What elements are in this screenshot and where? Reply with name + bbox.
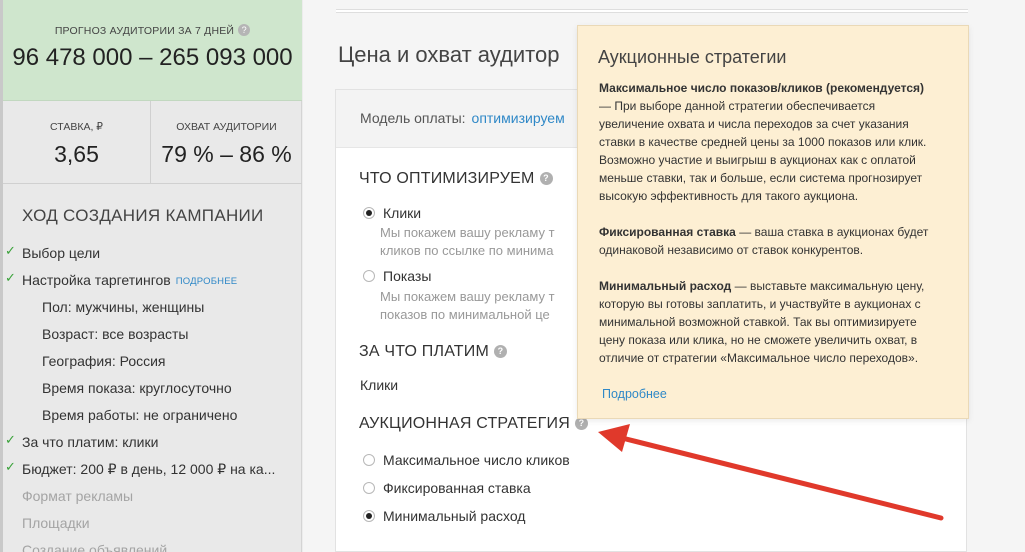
radio-icon[interactable] — [363, 270, 375, 282]
tooltip-paragraph-min: Минимальный расход — выставьте максималь… — [599, 279, 925, 365]
pay-for-value: Клики — [360, 377, 399, 393]
tooltip-body: Максимальное число показов/кликов (реком… — [599, 79, 959, 385]
radio-icon[interactable] — [363, 454, 375, 466]
reach-stat: ОХВАТ АУДИТОРИИ 79 % – 86 % — [151, 101, 302, 184]
step-run-time: Время работы: не ограничено — [42, 407, 238, 423]
step-pay-for[interactable]: ✓ За что платим: клики — [5, 432, 300, 459]
bid-label: СТАВКА, ₽ — [50, 121, 103, 133]
forecast-title: ПРОГНОЗ АУДИТОРИИ ЗА 7 ДНЕЙ? — [3, 24, 302, 37]
step-age: Возраст: все возрасты — [42, 326, 189, 342]
step-geo: География: Россия — [42, 353, 166, 369]
radio-clicks[interactable]: Клики — [363, 205, 421, 221]
step-create-ads[interactable]: Создание объявлений — [5, 540, 300, 552]
forecast-value: 96 478 000 – 265 093 000 — [12, 44, 293, 71]
auction-strategy-title: АУКЦИОННАЯ СТРАТЕГИЯ? — [359, 415, 588, 433]
radio-icon[interactable] — [363, 482, 375, 494]
radio-icon[interactable] — [363, 207, 375, 219]
bid-value: 3,65 — [54, 141, 99, 167]
campaign-sidebar: ПРОГНОЗ АУДИТОРИИ ЗА 7 ДНЕЙ? 96 478 000 … — [0, 0, 302, 552]
help-icon[interactable]: ? — [494, 345, 508, 358]
tooltip-paragraph-max: Максимальное число показов/кликов (реком… — [599, 81, 927, 203]
radio-icon[interactable] — [363, 510, 375, 522]
clicks-description: Мы покажем вашу рекламу т кликов по ссылк… — [380, 225, 555, 258]
step-targeting[interactable]: ✓ Настройка таргетингов ПОДРОБНЕЕ — [5, 270, 300, 297]
bid-stat: СТАВКА, ₽ 3,65 — [3, 101, 151, 184]
check-icon: ✓ — [5, 432, 16, 447]
step-ad-format[interactable]: Формат рекламы — [5, 486, 300, 513]
stats-panel: СТАВКА, ₽ 3,65 ОХВАТ АУДИТОРИИ 79 % – 86… — [3, 101, 302, 184]
pay-for-title: ЗА ЧТО ПЛАТИМ? — [359, 343, 508, 361]
audience-forecast-panel: ПРОГНОЗ АУДИТОРИИ ЗА 7 ДНЕЙ? 96 478 000 … — [3, 0, 302, 101]
tooltip-title: Аукционные стратегии — [598, 47, 787, 67]
help-icon[interactable]: ? — [539, 172, 553, 185]
tooltip-paragraph-fixed: Фиксированная ставка — ваша ставка в аук… — [599, 225, 929, 257]
reach-label: ОХВАТ АУДИТОРИИ — [176, 121, 277, 133]
shows-description: Мы покажем вашу рекламу т показов по мини… — [380, 289, 555, 322]
step-budget[interactable]: ✓ Бюджет: 200 ₽ в день, 12 000 ₽ на ка... — [5, 459, 300, 486]
reach-value: 79 % – 86 % — [161, 141, 292, 167]
step-placements[interactable]: Площадки — [5, 513, 300, 540]
check-icon: ✓ — [5, 459, 16, 474]
previous-section-edge — [336, 9, 968, 13]
tooltip-more-link[interactable]: Подробнее — [602, 387, 667, 401]
auction-strategies-tooltip: Аукционные стратегии Максимальное число … — [577, 25, 969, 419]
step-show-time: Время показа: круглосуточно — [42, 380, 232, 396]
progress-steps: ✓ Выбор цели ✓ Настройка таргетингов ПОДРОБ… — [5, 243, 300, 552]
targeting-more-link[interactable]: ПОДРОБНЕЕ — [176, 276, 238, 287]
strategy-max-clicks[interactable]: Максимальное число кликов — [363, 452, 570, 468]
check-icon: ✓ — [5, 243, 16, 258]
progress-title: ХОД СОЗДАНИЯ КАМПАНИИ — [22, 206, 264, 225]
step-gender: Пол: мужчины, женщины — [42, 299, 205, 315]
payment-model: Модель оплаты: оптимизируем — [360, 110, 565, 126]
page-title: Цена и охват аудитор — [338, 42, 560, 67]
check-icon: ✓ — [5, 270, 16, 285]
strategy-min-cost[interactable]: Минимальный расход — [363, 508, 525, 524]
optimize-title: ЧТО ОПТИМИЗИРУЕМ? — [359, 170, 553, 188]
payment-model-link[interactable]: оптимизируем — [472, 110, 565, 126]
radio-shows[interactable]: Показы — [363, 268, 431, 284]
strategy-fixed-bid[interactable]: Фиксированная ставка — [363, 480, 531, 496]
step-goal[interactable]: ✓ Выбор цели — [5, 243, 300, 270]
help-icon[interactable]: ? — [238, 24, 251, 36]
